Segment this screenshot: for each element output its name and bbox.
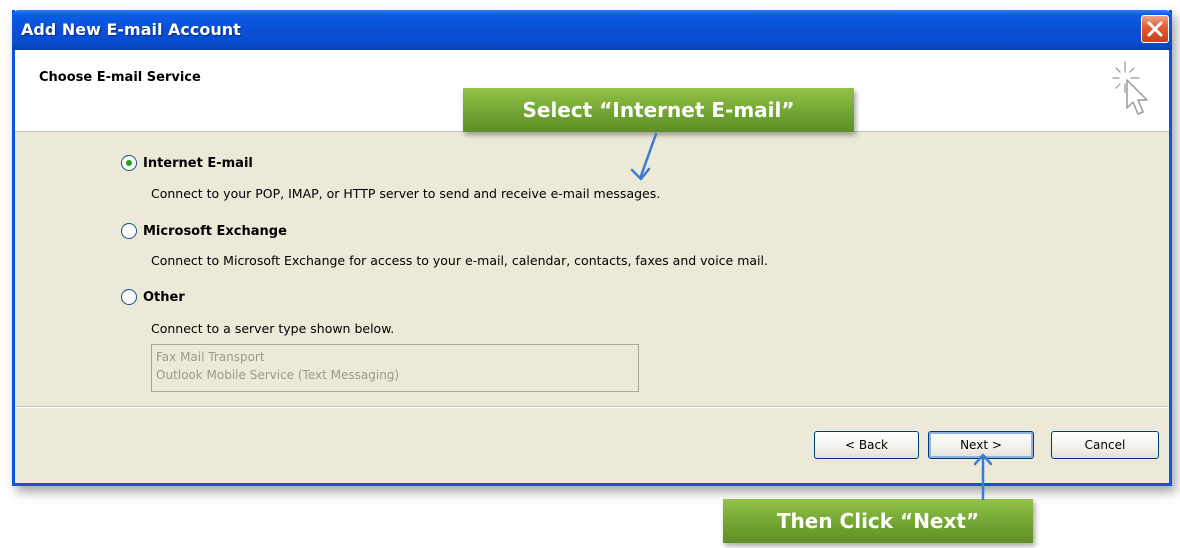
option-other-description: Connect to a server type shown below. <box>151 321 395 336</box>
option-internet-email[interactable]: Internet E-mail <box>121 155 253 171</box>
option-other-label[interactable]: Other <box>143 290 185 305</box>
option-internet-email-description: Connect to your POP, IMAP, or HTTP serve… <box>151 186 661 201</box>
header-title: Choose E-mail Service <box>39 70 201 85</box>
close-x-icon <box>1147 21 1163 37</box>
radio-microsoft-exchange[interactable] <box>121 223 137 239</box>
back-button[interactable]: < Back <box>814 431 919 459</box>
title-bar[interactable]: Add New E-mail Account <box>12 10 1172 50</box>
then-click-next-callout: Then Click “Next” <box>723 499 1033 543</box>
option-microsoft-exchange[interactable]: Microsoft Exchange <box>121 223 287 239</box>
server-type-item[interactable]: Outlook Mobile Service (Text Messaging) <box>156 366 634 384</box>
close-button[interactable] <box>1141 15 1169 43</box>
footer-separator <box>15 406 1169 408</box>
cancel-button[interactable]: Cancel <box>1051 431 1159 459</box>
option-microsoft-exchange-description: Connect to Microsoft Exchange for access… <box>151 253 768 268</box>
sparkle-cursor-icon <box>1112 61 1148 115</box>
add-email-account-dialog: Add New E-mail Account Choose E-mail Ser… <box>12 10 1172 486</box>
server-type-list[interactable]: Fax Mail Transport Outlook Mobile Servic… <box>151 344 639 392</box>
option-microsoft-exchange-label[interactable]: Microsoft Exchange <box>143 224 287 239</box>
option-other[interactable]: Other <box>121 289 185 305</box>
option-internet-email-label[interactable]: Internet E-mail <box>143 156 253 171</box>
radio-other[interactable] <box>121 289 137 305</box>
radio-internet-email[interactable] <box>121 155 137 171</box>
window-title: Add New E-mail Account <box>21 20 241 39</box>
server-type-item[interactable]: Fax Mail Transport <box>156 348 634 366</box>
next-button[interactable]: Next > <box>928 431 1034 459</box>
select-internet-email-callout: Select “Internet E-mail” <box>463 88 854 132</box>
